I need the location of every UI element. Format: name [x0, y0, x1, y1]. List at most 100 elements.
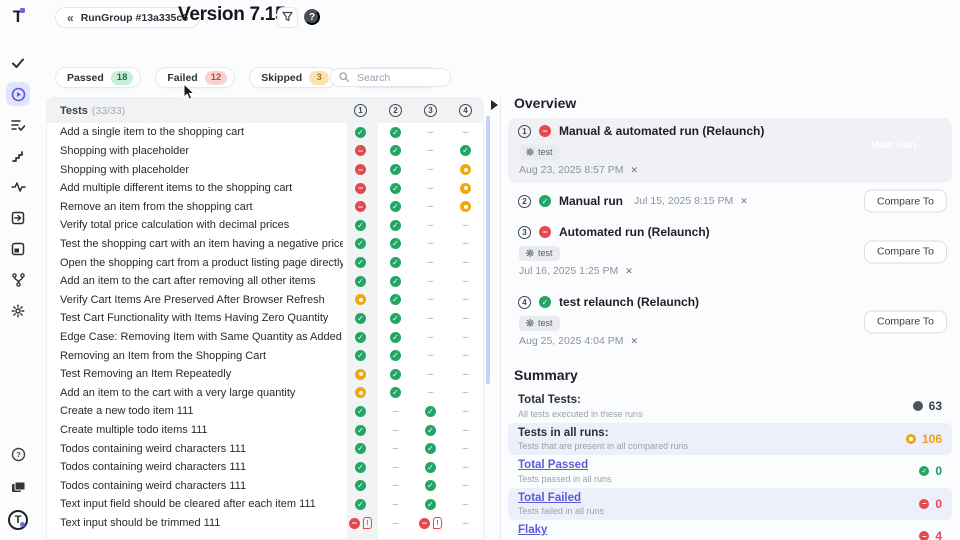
run-date: Jul 16, 2025 1:25 PM — [519, 265, 618, 277]
gear-icon — [526, 249, 534, 257]
sidebar-item-activity[interactable] — [6, 175, 30, 199]
panel-divider[interactable] — [500, 95, 501, 540]
table-row[interactable]: Create multiple todo items 111 — [47, 421, 483, 440]
search-box[interactable] — [330, 68, 451, 87]
collapse-panel-icon[interactable] — [491, 100, 498, 110]
remove-run-icon[interactable]: ✕ — [740, 196, 748, 207]
sidebar-item-branch[interactable] — [6, 268, 30, 292]
summary-row: Tests in all runs: Tests that are presen… — [508, 423, 952, 456]
summary-metric-title[interactable]: Tests in all runs: — [518, 427, 906, 439]
compare-to-button[interactable]: Compare To — [864, 310, 947, 333]
status-icon — [355, 201, 366, 212]
sidebar-item-help[interactable]: ? — [6, 442, 30, 466]
table-row[interactable]: Remove an item from the shopping cart — [47, 197, 483, 216]
compare-to-button[interactable]: Compare To — [864, 240, 947, 263]
comment-flag-icon[interactable]: ! — [433, 517, 442, 529]
status-icon — [355, 443, 366, 454]
table-row[interactable]: Add an item to the cart after removing a… — [47, 272, 483, 291]
run-item[interactable]: 2 Manual run Jul 15, 2025 8:15 PM ✕ Comp… — [508, 188, 952, 214]
status-icon — [460, 164, 471, 175]
profile-avatar[interactable]: T — [6, 508, 30, 532]
run-item[interactable]: 3 Automated run (Relaunch) test Jul 16, … — [508, 219, 952, 284]
status-icon — [425, 164, 436, 175]
table-row[interactable]: Text input should be trimmed 111 ! ! — [47, 514, 483, 533]
app-logo-icon[interactable]: T — [13, 8, 23, 25]
status-icon — [355, 164, 366, 175]
table-row[interactable]: Test Cart Functionality with Items Havin… — [47, 309, 483, 328]
summary-metric-title[interactable]: Flaky — [518, 524, 919, 536]
run-number-icon: 1 — [518, 125, 531, 138]
status-filter-pill[interactable]: Passed 18 — [55, 67, 141, 88]
remove-run-icon[interactable]: ✕ — [631, 165, 639, 176]
sidebar-item-runs[interactable] — [6, 82, 30, 106]
table-row[interactable]: Open the shopping cart from a product li… — [47, 253, 483, 272]
run-column-header[interactable]: 3 — [413, 104, 448, 117]
run-column-header[interactable]: 4 — [448, 104, 483, 117]
comment-flag-icon[interactable]: ! — [363, 517, 372, 529]
table-row[interactable]: Edge Case: Removing Item with Same Quant… — [47, 328, 483, 347]
sidebar-item-projects[interactable] — [6, 475, 30, 499]
status-icon — [460, 257, 471, 268]
sidebar-item-steps[interactable] — [6, 144, 30, 168]
filter-button[interactable] — [277, 7, 298, 28]
status-icon — [460, 462, 471, 473]
status-icon — [349, 518, 360, 529]
sidebar-item-settings[interactable] — [6, 299, 30, 323]
sidebar-item-import[interactable] — [6, 206, 30, 230]
funnel-icon — [282, 10, 293, 25]
status-icon — [460, 369, 471, 380]
help-button[interactable]: ? — [304, 9, 320, 25]
sidebar-item-checks[interactable] — [6, 51, 30, 75]
remove-run-icon[interactable]: ✕ — [625, 266, 633, 277]
table-row[interactable]: Removing an Item from the Shopping Cart — [47, 346, 483, 365]
status-icon — [355, 276, 366, 287]
remove-run-icon[interactable]: ✕ — [631, 336, 639, 347]
run-item[interactable]: 4 test relaunch (Relaunch) test Aug 25, … — [508, 289, 952, 354]
table-row[interactable]: Create a new todo item 111 — [47, 402, 483, 421]
sidebar-item-gallery[interactable] — [6, 237, 30, 261]
search-input[interactable] — [355, 71, 442, 85]
status-icon — [425, 332, 436, 343]
run-tag[interactable]: test — [519, 316, 560, 331]
table-row[interactable]: Add a single item to the shopping cart — [47, 123, 483, 142]
table-row[interactable]: Shopping with placeholder — [47, 142, 483, 161]
table-row[interactable]: Todos containing weird characters 111 — [47, 477, 483, 496]
table-scrollbar[interactable] — [486, 116, 490, 384]
run-item[interactable]: 1 Manual & automated run (Relaunch) test… — [508, 118, 952, 183]
sidebar-item-test-list[interactable] — [6, 113, 30, 137]
status-icon — [390, 183, 401, 194]
summary-metric-description: All tests executed in these runs — [518, 409, 913, 419]
test-name: Shopping with placeholder — [60, 164, 343, 176]
summary-metric-title[interactable]: Total Failed — [518, 492, 919, 504]
table-row[interactable]: Shopping with placeholder — [47, 160, 483, 179]
status-filter-pill[interactable]: Failed 12 — [155, 67, 235, 88]
table-row[interactable]: Verify Cart Items Are Preserved After Br… — [47, 290, 483, 309]
status-icon — [460, 425, 471, 436]
compare-to-button[interactable]: Compare To — [864, 190, 947, 213]
test-name: Verify total price calculation with deci… — [60, 219, 343, 231]
table-row[interactable]: Text input field should be cleared after… — [47, 495, 483, 514]
summary-count: 4 — [935, 529, 942, 540]
summary-metric-title[interactable]: Total Tests: — [518, 394, 913, 406]
table-row[interactable]: Add multiple different items to the shop… — [47, 179, 483, 198]
test-name: Add multiple different items to the shop… — [60, 182, 343, 194]
status-icon — [355, 294, 366, 305]
page-title: Version 7.15 — [178, 4, 285, 26]
summary-metric-title[interactable]: Total Passed — [518, 459, 919, 471]
table-row[interactable]: Test the shopping cart with an item havi… — [47, 235, 483, 254]
run-tag[interactable]: test — [519, 145, 560, 160]
test-name: Shopping with placeholder — [60, 145, 343, 157]
status-icon — [425, 220, 436, 231]
run-tag[interactable]: test — [519, 246, 560, 261]
run-column-header[interactable]: 2 — [378, 104, 413, 117]
table-row[interactable]: Add an item to the cart with a very larg… — [47, 384, 483, 403]
run-column-header[interactable]: 1 — [343, 104, 378, 117]
status-icon — [355, 313, 366, 324]
status-icon — [355, 332, 366, 343]
table-row[interactable]: Verify total price calculation with deci… — [47, 216, 483, 235]
table-row[interactable]: Test Removing an Item Repeatedly — [47, 365, 483, 384]
table-row[interactable]: Todos containing weird characters 111 — [47, 439, 483, 458]
status-icon — [425, 406, 436, 417]
table-row[interactable]: Todos containing weird characters 111 — [47, 458, 483, 477]
status-filter-pill[interactable]: Skipped 3 — [249, 67, 337, 88]
